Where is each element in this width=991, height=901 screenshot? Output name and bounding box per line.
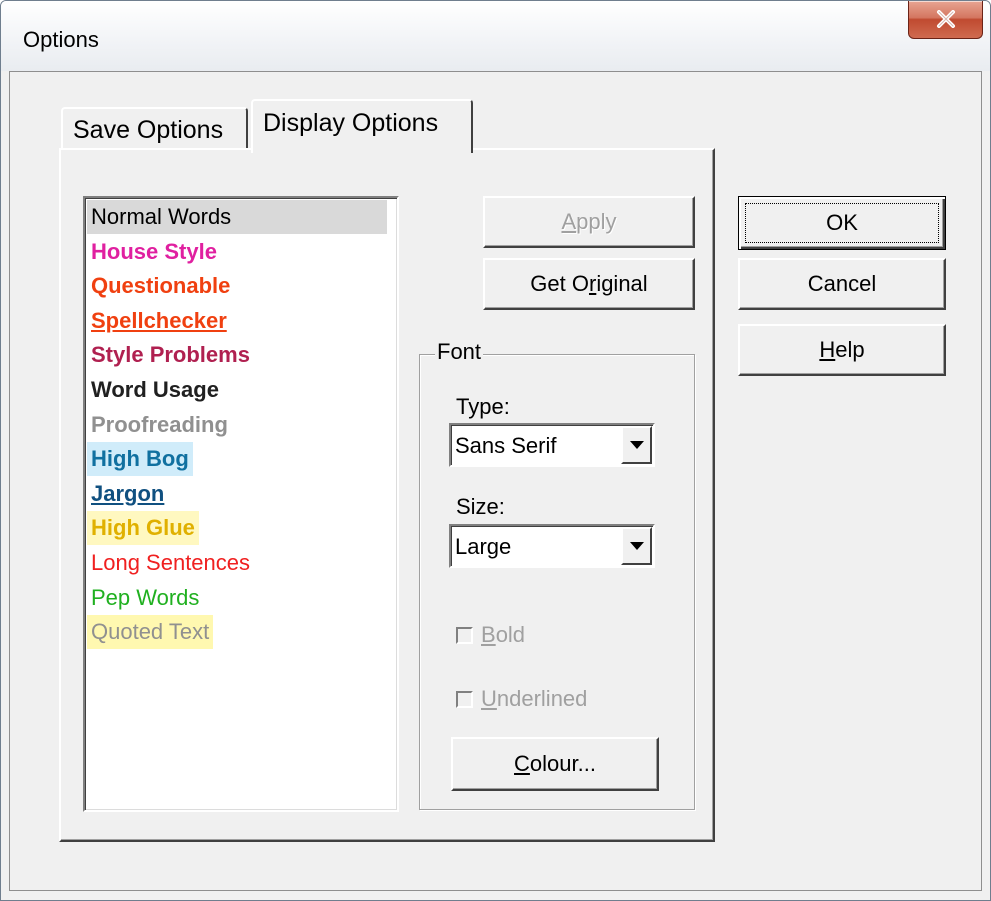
underlined-checkbox-row[interactable]: Underlined	[456, 686, 587, 712]
tab-label: Save Options	[73, 116, 224, 144]
colour-mnemonic: C	[514, 751, 530, 776]
get-original-button[interactable]: Get Or iginal	[483, 258, 695, 310]
list-item[interactable]: Spellchecker	[87, 304, 231, 338]
font-type-dropdown-button[interactable]	[621, 426, 652, 464]
list-item[interactable]: Pep Words	[87, 581, 203, 615]
list-item[interactable]: Style Problems	[87, 338, 254, 372]
underlined-mnemonic: U	[481, 686, 497, 711]
list-item[interactable]: High Bog	[87, 442, 193, 477]
dialog-client-area: Save Options Display Options Normal Word…	[9, 71, 982, 891]
tab-save-options[interactable]: Save Options	[61, 107, 248, 150]
dropdown-arrow-icon	[630, 542, 644, 550]
bold-checkbox-row[interactable]: Bold	[456, 622, 525, 648]
font-size-select[interactable]: Large	[449, 524, 655, 568]
get-original-mnemonic: r	[588, 271, 597, 296]
type-label: Type:	[456, 394, 510, 419]
underlined-checkbox[interactable]	[456, 690, 473, 708]
options-dialog: Options Save Options Display Options Nor…	[0, 0, 991, 901]
ok-button[interactable]: OK	[738, 196, 946, 250]
list-item[interactable]: High Glue	[87, 511, 199, 546]
list-item[interactable]: Jargon	[87, 477, 168, 511]
cancel-button[interactable]: Cancel	[738, 258, 946, 310]
list-item[interactable]: Proofreading	[87, 408, 232, 442]
font-type-value: Sans Serif	[455, 433, 557, 458]
window-title: Options	[23, 27, 99, 52]
help-mnemonic: H	[819, 337, 836, 362]
bold-mnemonic: B	[481, 622, 496, 647]
colour-button[interactable]: Colour...	[451, 737, 659, 791]
apply-label-rest: pply	[576, 209, 617, 234]
font-size-dropdown-button[interactable]	[621, 527, 652, 565]
font-size-value: Large	[455, 534, 512, 559]
list-item[interactable]: Word Usage	[87, 373, 223, 407]
font-group-label: Font	[435, 339, 484, 365]
word-category-list[interactable]: Normal Words House Style Questionable Spell…	[83, 196, 399, 812]
font-type-select[interactable]: Sans Serif	[449, 423, 655, 467]
close-button[interactable]	[908, 1, 983, 39]
tab-display-options[interactable]: Display Options	[251, 99, 473, 153]
list-item[interactable]: Quoted Text	[87, 615, 214, 650]
size-label: Size:	[456, 494, 505, 519]
apply-button[interactable]: Apply	[483, 196, 695, 248]
list-item[interactable]: Normal Words	[87, 200, 387, 234]
focus-rectangle	[745, 203, 939, 243]
list-item[interactable]: Questionable	[87, 269, 234, 303]
get-original-label-rest: iginal	[596, 271, 648, 296]
apply-mnemonic: A	[561, 209, 577, 234]
underlined-label-rest: nderlined	[496, 686, 588, 711]
colour-label-rest: olour...	[529, 751, 596, 776]
bold-checkbox[interactable]	[456, 626, 473, 644]
list-item[interactable]: House Style	[87, 235, 221, 269]
get-original-label-part: Get O	[530, 271, 589, 296]
bold-label-rest: old	[495, 622, 526, 647]
dropdown-arrow-icon	[630, 441, 644, 449]
help-label-rest: elp	[835, 337, 865, 362]
title-bar[interactable]: Options	[1, 1, 990, 71]
list-item[interactable]: Long Sentences	[87, 546, 254, 580]
tab-label: Display Options	[263, 109, 439, 137]
help-button[interactable]: Help	[738, 324, 946, 376]
cancel-label: Cancel	[807, 271, 877, 296]
close-icon	[937, 10, 955, 28]
